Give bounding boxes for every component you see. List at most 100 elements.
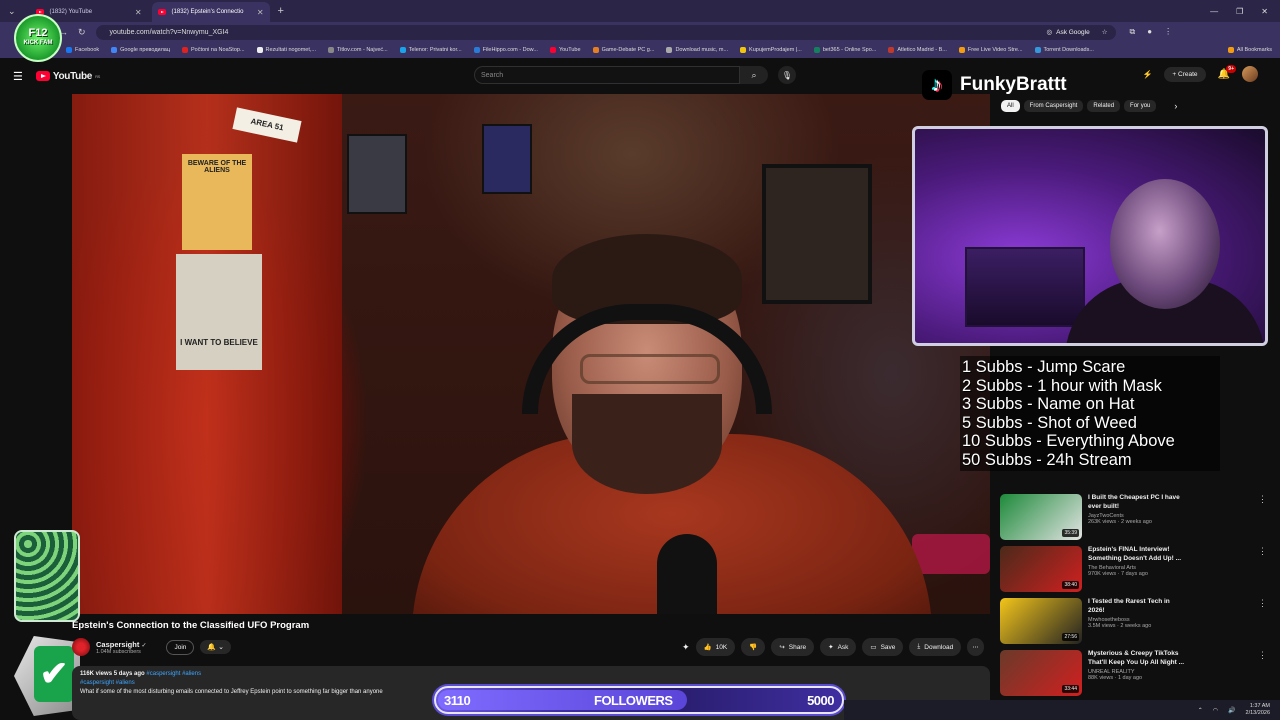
search-button[interactable]: ⌕: [740, 66, 768, 84]
close-tab-icon[interactable]: ✕: [257, 8, 264, 17]
bookmark-item[interactable]: Atletico Madrid - B...: [888, 47, 947, 53]
search-icon: ⌕: [751, 69, 757, 80]
more-icon[interactable]: ⋮: [1258, 546, 1268, 598]
list-item[interactable]: 27:56 I Tested the Rarest Tech in 2026! …: [1000, 598, 1268, 650]
chip-for-you[interactable]: For you: [1124, 100, 1157, 112]
bookmark-item[interactable]: Game-Debate PC g...: [592, 47, 654, 53]
folder-icon: [1227, 47, 1234, 53]
more-actions-button[interactable]: ⋯: [967, 638, 984, 656]
subscription-bell-button[interactable]: 🔔 ⌄: [200, 640, 231, 654]
bookmark-item[interactable]: Torrent Downloads...: [1034, 47, 1094, 53]
site-icon: [182, 47, 189, 53]
create-button[interactable]: + Create: [1164, 66, 1206, 82]
sparkle-icon[interactable]: ✦: [682, 642, 690, 653]
bookmark-item[interactable]: KupujemProdajem |...: [740, 47, 802, 53]
ask-button[interactable]: ✦ Ask: [820, 638, 857, 656]
tab-title: (1832) Epstein's Connectio: [171, 9, 244, 15]
facebook-icon: [66, 47, 72, 53]
more-icon[interactable]: ⋮: [1164, 27, 1172, 37]
clock[interactable]: 1:37 AM 2/13/2026: [1246, 703, 1270, 717]
save-button[interactable]: ▭ Save: [862, 638, 904, 656]
like-button[interactable]: 👍 10K: [695, 638, 736, 656]
profile-icon[interactable]: ●: [1147, 27, 1152, 37]
hashtags[interactable]: #caspersight #aliens: [146, 671, 201, 677]
download-button[interactable]: ⤓ Download: [909, 638, 962, 656]
extensions-icon[interactable]: ⧉: [1130, 27, 1136, 37]
bookmark-item[interactable]: Download music, m...: [666, 47, 728, 53]
all-bookmarks-button[interactable]: All Bookmarks: [1227, 47, 1280, 53]
search-input[interactable]: Search: [474, 66, 740, 84]
youtube-logo[interactable]: YouTube RS: [35, 71, 100, 82]
list-item[interactable]: 38:40 Epstein's FINAL Interview! Somethi…: [1000, 546, 1268, 598]
bookmark-item[interactable]: YouTube: [549, 47, 581, 53]
view-stats: 88K views · 1 day ago: [1088, 675, 1143, 681]
view-stats: 263K views · 2 weeks ago: [1088, 519, 1152, 525]
sub-goal: 2 Subbs - 1 hour with Mask: [962, 376, 1162, 395]
wall-poster: [347, 134, 407, 214]
close-tab-icon[interactable]: ✕: [135, 8, 142, 17]
join-button[interactable]: Join: [166, 639, 195, 655]
ask-google-button[interactable]: ◎ Ask Google ☆: [1046, 28, 1108, 37]
site-icon: [1034, 47, 1041, 53]
sub-goal: 50 Subbs - 24h Stream: [962, 450, 1132, 469]
maximize-icon[interactable]: ❐: [1236, 7, 1243, 16]
view-stats: 970K views · 7 days ago: [1088, 571, 1148, 577]
bookmark-item[interactable]: FileHippo.com - Dow...: [473, 47, 538, 53]
account-avatar[interactable]: [1242, 66, 1258, 82]
volume-icon[interactable]: 🔊: [1228, 707, 1235, 714]
video-info: I Tested the Rarest Tech in 2026! Mrwhos…: [1088, 598, 1252, 650]
bookmark-item[interactable]: bet365 - Online Spo...: [813, 47, 876, 53]
cast-icon[interactable]: ⚡: [1142, 70, 1152, 79]
tab-list-icon[interactable]: ⌄: [8, 6, 16, 17]
star-icon[interactable]: ☆: [1102, 28, 1108, 36]
url-text: youtube.com/watch?v=Nnwymu_XGI4: [109, 28, 229, 36]
site-icon: [327, 47, 334, 53]
bookmark-item[interactable]: Google преводилац: [111, 47, 170, 53]
video-thumbnail[interactable]: 27:56: [1000, 598, 1082, 644]
channel-name[interactable]: Caspersight ✓: [96, 640, 146, 649]
sparkle-icon: ✦: [828, 644, 834, 651]
bookmark-item[interactable]: Počtoni na NoaStop...: [182, 47, 245, 53]
channel-avatar[interactable]: [72, 638, 90, 656]
close-window-icon[interactable]: ✕: [1261, 7, 1268, 16]
more-icon[interactable]: ⋮: [1258, 598, 1268, 650]
url-field[interactable]: youtube.com/watch?v=Nnwymu_XGI4 ◎ Ask Go…: [95, 24, 1116, 40]
minimize-icon[interactable]: —: [1210, 7, 1218, 16]
more-icon[interactable]: ⋮: [1258, 650, 1268, 702]
video-player[interactable]: AREA 51 BEWARE OF THE ALIENS I WANT TO B…: [72, 94, 990, 614]
bookmark-item[interactable]: Facebook: [66, 47, 99, 53]
video-title[interactable]: Mysterious & Creepy TikToks That'll Keep…: [1088, 650, 1188, 667]
site-icon: [592, 47, 599, 53]
hamburger-menu-icon[interactable]: ☰: [13, 70, 23, 83]
notifications-button[interactable]: 🔔 9+: [1218, 64, 1236, 80]
more-icon[interactable]: ⋮: [1258, 494, 1268, 546]
video-title[interactable]: I Built the Cheapest PC I have ever buil…: [1088, 494, 1188, 511]
reload-icon[interactable]: ↻: [78, 27, 86, 38]
bookmark-item[interactable]: Titlov.com - Najveć...: [327, 47, 388, 53]
list-item[interactable]: 33:44 Mysterious & Creepy TikToks That'l…: [1000, 650, 1268, 702]
video-thumbnail[interactable]: 35:39: [1000, 494, 1082, 540]
chip-from-channel[interactable]: From Caspersight: [1023, 100, 1084, 112]
video-thumbnail[interactable]: 38:40: [1000, 546, 1082, 592]
tray-chevron-icon[interactable]: ⌃: [1198, 707, 1203, 714]
dislike-button[interactable]: 👎: [741, 638, 766, 656]
video-title[interactable]: I Tested the Rarest Tech in 2026!: [1088, 598, 1188, 615]
chip-all[interactable]: All: [1001, 100, 1020, 112]
header-actions: ⚡ + Create 🔔 9+: [1142, 64, 1258, 82]
share-button[interactable]: ↪ Share: [771, 638, 815, 656]
tab-video[interactable]: (1832) Epstein's Connectio ✕: [151, 2, 270, 22]
sub-goal: 3 Subbs - Name on Hat: [962, 395, 1135, 413]
view-stats: 3.5M views · 2 weeks ago: [1088, 623, 1152, 629]
bookmark-item[interactable]: Rezultati nogomet,...: [256, 47, 316, 53]
list-item[interactable]: 35:39 I Built the Cheapest PC I have eve…: [1000, 494, 1268, 546]
new-tab-icon[interactable]: +: [278, 5, 284, 17]
voice-search-button[interactable]: 🎙: [778, 66, 796, 84]
bookmark-item[interactable]: Telenor: Privatni kor...: [399, 47, 462, 53]
bookmark-item[interactable]: Free Live Video Stre...: [958, 47, 1023, 53]
video-title[interactable]: Epstein's FINAL Interview! Something Doe…: [1088, 546, 1188, 563]
wifi-icon[interactable]: ◠: [1213, 707, 1218, 714]
google-lens-icon: ◎: [1046, 29, 1053, 36]
video-thumbnail[interactable]: 33:44: [1000, 650, 1082, 696]
chip-related[interactable]: Related: [1087, 100, 1121, 112]
chevron-right-icon[interactable]: ›: [1174, 101, 1177, 111]
